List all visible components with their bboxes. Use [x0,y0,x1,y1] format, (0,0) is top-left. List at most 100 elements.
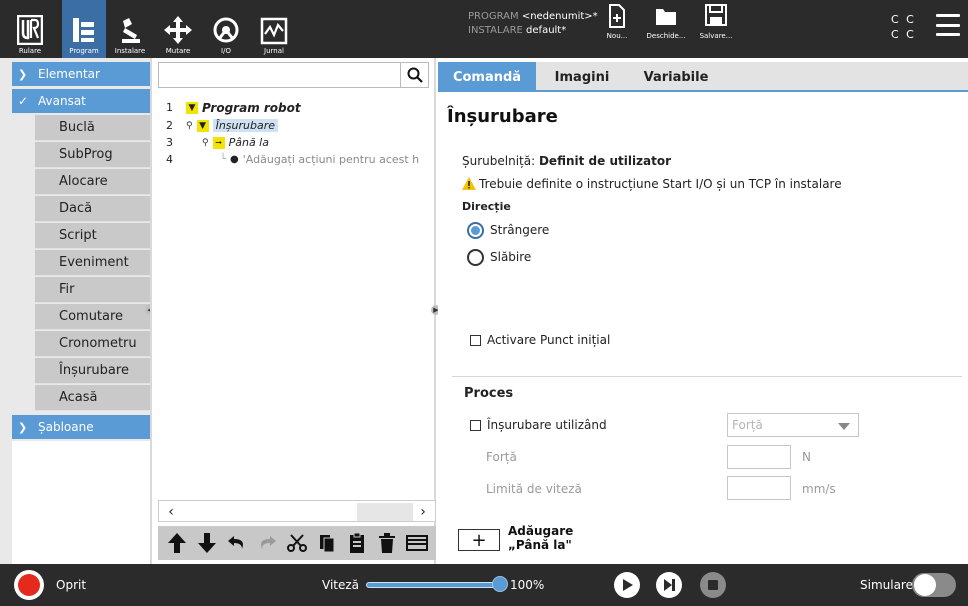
play-button[interactable] [614,572,640,598]
tree-row-text: 'Adăugați acțiuni pentru acest h [242,153,420,166]
node-content-panel: Comandă Imagini Variabile Înșurubare Șur… [438,58,968,564]
speed-limit-input[interactable] [727,476,791,500]
tree-horizontal-scrollbar[interactable]: ‹ › [158,500,436,522]
stop-indicator-icon [18,574,40,596]
sidebar-item-thread[interactable]: Fir [35,277,150,303]
paste-icon[interactable] [346,531,368,555]
new-label: Nou... [606,32,628,40]
radio-loosen[interactable] [467,249,484,266]
sidebar-section-templates[interactable]: ❯ Șabloane [12,415,150,439]
tree-row-until[interactable]: 3 ⚲ ➞ Până la [166,134,269,151]
tab-variables[interactable]: Variabile [632,62,720,92]
tree-row-text: Program robot [202,100,301,115]
sidebar-item-switch[interactable]: Comutare [35,304,150,330]
copy-icon[interactable] [316,531,338,555]
sidebar-blank-area [12,441,150,564]
radio-tighten-label: Strângere [490,223,550,237]
power-status-button[interactable] [14,570,44,600]
sidebar-item-if[interactable]: Dacă [35,196,150,222]
collapse-triangle-icon[interactable]: ▼ [186,101,198,114]
tab-command[interactable]: Comandă [438,62,536,92]
collapse-triangle-icon[interactable]: ▼ [196,119,209,132]
radio-tighten[interactable] [467,222,484,239]
warning-icon [462,177,476,190]
sidebar-item-subprog[interactable]: SubProg [35,142,150,168]
chevron-right-icon: ❯ [18,420,28,434]
new-button[interactable]: Nou... [602,4,632,40]
nav-program-label: Program [69,47,99,55]
nav-installation[interactable]: Instalare [110,0,150,58]
sidebar-item-timer[interactable]: Cronometru [35,331,150,357]
nav-log-label: Jurnal [264,47,284,55]
scroll-thumb[interactable] [357,503,413,521]
log-chart-icon [260,17,288,45]
nav-program[interactable]: Program [62,0,106,58]
save-button[interactable]: Salvare... [698,4,734,40]
tree-row-comment[interactable]: 4 └ ● 'Adăugați acțiuni pentru acest h [166,151,419,168]
program-tree-panel: 1 ▼ Program robot 2 ⚲ ▼ Înșurubare 3 ⚲ ➞… [150,58,436,564]
speed-limit-label: Limită de viteză [486,482,582,496]
step-button[interactable] [656,572,682,598]
search-icon[interactable] [401,62,429,88]
screw-using-select[interactable]: Forță [727,413,859,437]
save-label: Salvare... [699,32,733,40]
tree-row-number: 2 [166,119,173,132]
tree-row-program[interactable]: 1 ▼ Program robot [166,99,301,116]
delete-icon[interactable] [376,531,398,555]
sidebar-item-loop[interactable]: Buclă [35,115,150,141]
stop-button[interactable] [700,572,726,598]
open-label: Deschide... [646,32,686,40]
scroll-left-icon[interactable]: ‹ [161,503,181,521]
move-arrows-icon [164,16,192,44]
sidebar-item-assignment[interactable]: Alocare [35,169,150,195]
force-input[interactable] [727,445,791,469]
open-button[interactable]: Deschide... [646,4,686,40]
start-point-checkbox[interactable] [470,335,481,346]
tree-row-screwing[interactable]: 2 ⚲ ▼ Înșurubare [166,117,279,134]
cut-icon[interactable] [286,531,308,555]
nav-move-label: Mutare [165,47,191,55]
sidebar-section-label: Avansat [38,94,86,108]
screw-using-label: Înșurubare utilizând [487,418,607,432]
sidebar-item-home[interactable]: Acasă [35,385,150,411]
sidebar-section-basic[interactable]: ❯ Elementar [12,62,150,86]
sidebar-section-advanced[interactable]: ✓ Avansat [12,89,150,113]
nav-run[interactable]: Rulare [14,0,46,58]
pin-icon: ⚲ [186,120,193,131]
undo-icon[interactable] [226,531,248,555]
warning-message: Trebuie definite o instrucțiune Start I/… [462,177,842,191]
add-until-button[interactable]: + [458,529,500,551]
add-until-line-2: „Până la" [508,538,572,552]
tab-graphics[interactable]: Imagini [542,62,622,92]
add-until-line-1: Adăugare [508,524,574,538]
add-until-label: Adăugare „Până la" [508,524,573,552]
step-icon [664,579,675,591]
tool-info: Șurubelniță: Definit de utilizator [462,154,671,168]
cc-line-1: C C [891,13,916,26]
hamburger-menu-icon[interactable] [936,14,960,36]
tree-search-input[interactable] [158,62,401,88]
suppress-icon[interactable] [406,531,428,555]
tree-row-number: 4 [166,153,173,166]
toggle-knob [914,574,936,596]
tree-row-text: Până la [228,136,269,149]
pin-icon: ⚲ [202,137,209,148]
program-name: <nedenumit>* [521,11,598,22]
simulation-toggle[interactable] [912,573,956,597]
move-up-icon[interactable] [166,531,188,555]
redo-icon[interactable] [256,531,278,555]
nav-move[interactable]: Mutare [160,0,196,58]
screw-using-checkbox[interactable] [470,420,481,431]
move-down-icon[interactable] [196,531,218,555]
scroll-right-icon[interactable]: › [413,503,433,521]
chevron-down-icon: ✓ [18,94,29,108]
cc-line-2: C C [891,28,916,41]
sidebar-item-screwing[interactable]: Înșurubare [35,358,150,384]
sidebar-item-script[interactable]: Script [35,223,150,249]
nav-io[interactable]: I/O [208,0,244,58]
speed-slider-knob[interactable] [492,576,508,592]
section-divider [452,376,962,377]
speed-slider[interactable] [366,582,504,588]
nav-log[interactable]: Jurnal [256,0,292,58]
sidebar-item-event[interactable]: Eveniment [35,250,150,276]
